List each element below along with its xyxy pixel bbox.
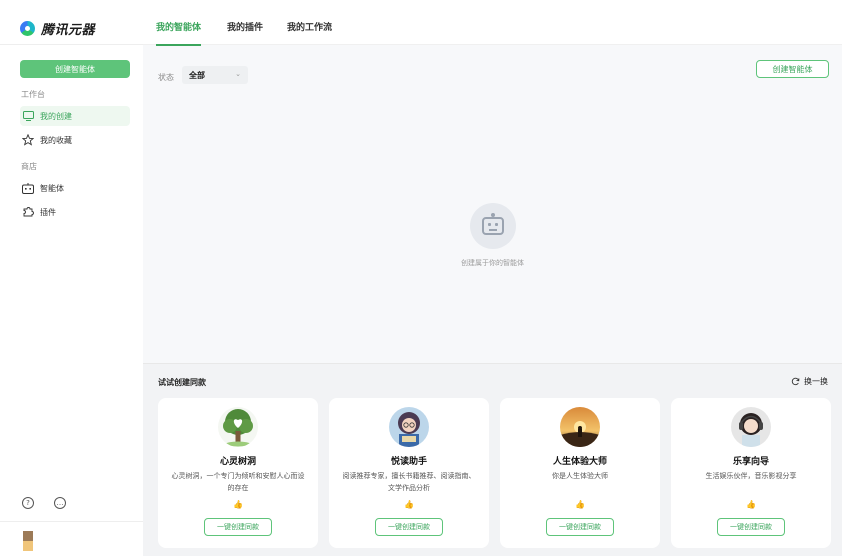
sunset-figure-avatar — [560, 407, 600, 447]
chevron-down-icon: ⌄ — [235, 70, 241, 78]
template-card[interactable]: 乐享向导 生活娱乐伙伴，音乐影视分享 👍 一键创建同款 — [671, 398, 831, 548]
sidebar-item-my-creations[interactable]: 我的创建 — [20, 106, 130, 126]
store-section-label: 商店 — [21, 162, 37, 171]
sidebar-footer-icons: ? … — [22, 497, 66, 509]
try-templates-section: 试试创建同款 换一换 心灵树洞 心灵树洞，一个专门为倾听和安慰人心而设的存在 👍… — [143, 363, 842, 556]
thumbs-up-icon: 👍 — [404, 500, 414, 509]
feedback-icon[interactable]: … — [54, 497, 66, 509]
app-logo[interactable]: 腾讯元器 — [20, 19, 95, 38]
sidebar-item-label: 插件 — [40, 207, 56, 217]
create-agent-outline-button[interactable]: 创建智能体 — [756, 60, 829, 78]
template-card[interactable]: 心灵树洞 心灵树洞，一个专门为倾听和安慰人心而设的存在 👍 一键创建同款 — [158, 398, 318, 548]
puzzle-icon — [22, 206, 34, 218]
thumbs-up-icon: 👍 — [233, 500, 243, 509]
sidebar-item-plugins[interactable]: 插件 — [20, 202, 130, 222]
sidebar: 腾讯元器 创建智能体 工作台 我的创建 我的收藏 商店 智能体 插件 ? … — [0, 0, 143, 556]
create-agent-button[interactable]: 创建智能体 — [20, 60, 130, 78]
template-card[interactable]: 人生体验大师 你是人生体验大师 👍 一键创建同款 — [500, 398, 660, 548]
tab-my-agents[interactable]: 我的智能体 — [156, 20, 202, 46]
workspace-section-label: 工作台 — [21, 90, 45, 99]
logo-icon — [20, 21, 35, 36]
monitor-icon — [22, 110, 34, 122]
headphone-girl-avatar — [731, 407, 771, 447]
divider — [0, 44, 143, 45]
create-same-button[interactable]: 一键创建同款 — [204, 518, 272, 536]
card-description: 心灵树洞，一个专门为倾听和安慰人心而设的存在 — [171, 472, 305, 492]
sidebar-item-my-favorites[interactable]: 我的收藏 — [20, 130, 130, 150]
sidebar-item-label: 我的创建 — [40, 111, 72, 121]
sidebar-item-label: 我的收藏 — [40, 135, 72, 145]
sidebar-item-agents[interactable]: 智能体 — [20, 178, 130, 198]
try-section-title: 试试创建同款 — [158, 378, 206, 387]
avatar[interactable] — [23, 531, 33, 551]
card-name: 心灵树洞 — [219, 457, 256, 467]
refresh-icon — [791, 377, 800, 386]
create-same-button[interactable]: 一键创建同款 — [375, 518, 443, 536]
status-filter-label: 状态 — [158, 73, 174, 82]
card-name: 悦读助手 — [390, 457, 427, 467]
thumbs-up-icon: 👍 — [575, 500, 585, 509]
star-icon — [22, 134, 34, 146]
main-content: 我的智能体 我的插件 我的工作流 状态 全部 ⌄ 创建智能体 创建属于你的智能体… — [143, 0, 842, 556]
create-same-button[interactable]: 一键创建同款 — [717, 518, 785, 536]
card-description: 你是人生体验大师 — [552, 472, 608, 480]
tab-bar: 我的智能体 我的插件 我的工作流 — [143, 0, 842, 46]
reading-girl-avatar — [389, 407, 429, 447]
empty-state-text: 创建属于你的智能体 — [461, 259, 524, 267]
card-description: 阅读推荐专家，擅长书籍推荐、阅读指南、文学作品分析 — [342, 472, 476, 492]
robot-icon — [22, 182, 34, 194]
empty-state-robot-icon — [470, 203, 516, 249]
template-card[interactable]: 悦读助手 阅读推荐专家，擅长书籍推荐、阅读指南、文学作品分析 👍 一键创建同款 — [329, 398, 489, 548]
refresh-button[interactable]: 换一换 — [791, 376, 828, 387]
divider — [0, 521, 143, 522]
card-name: 人生体验大师 — [552, 457, 607, 467]
create-same-button[interactable]: 一键创建同款 — [546, 518, 614, 536]
app-title: 腾讯元器 — [41, 23, 96, 38]
card-name: 乐享向导 — [732, 457, 769, 467]
tree-heart-avatar — [218, 407, 258, 447]
tab-my-plugins[interactable]: 我的插件 — [227, 20, 263, 33]
sidebar-item-label: 智能体 — [40, 183, 64, 193]
help-icon[interactable]: ? — [22, 497, 34, 509]
status-filter-value: 全部 — [189, 70, 205, 80]
card-description: 生活娱乐伙伴，音乐影视分享 — [705, 472, 797, 480]
status-filter-select[interactable]: 全部 ⌄ — [182, 66, 248, 84]
thumbs-up-icon: 👍 — [746, 500, 756, 509]
refresh-label: 换一换 — [804, 377, 828, 386]
tab-my-workflows[interactable]: 我的工作流 — [287, 20, 332, 33]
